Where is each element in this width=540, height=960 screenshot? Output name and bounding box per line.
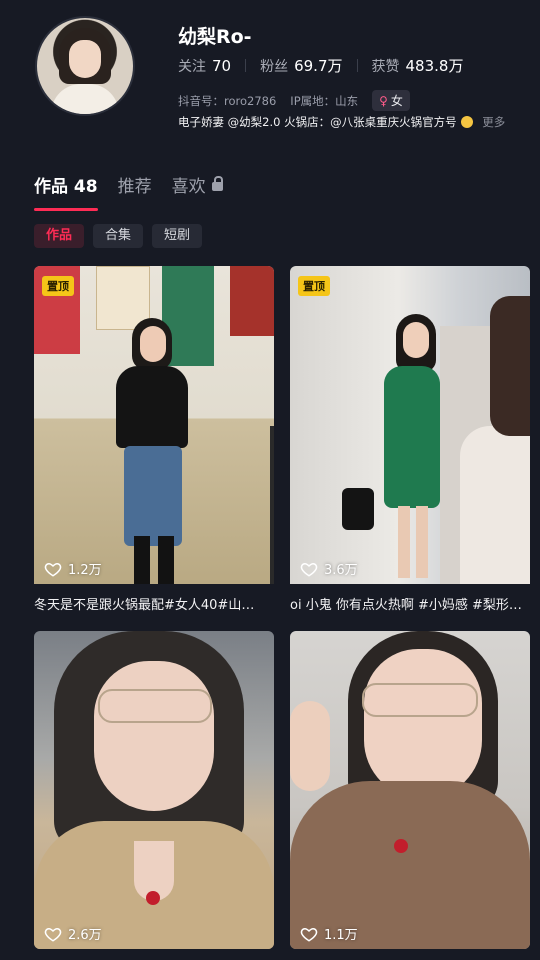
like-count-value: 1.2万: [68, 563, 102, 578]
like-count: 1.1万: [300, 924, 358, 943]
profile-name: 幼梨Ro-: [178, 26, 252, 48]
divider: [356, 59, 358, 72]
video-caption[interactable]: 冬天是不是跟火锅最配#女人40#山…: [34, 594, 274, 613]
heart-icon: [300, 562, 318, 577]
heart-icon: [44, 562, 62, 577]
followers-count[interactable]: 69.7万: [294, 55, 342, 76]
video-thumbnail[interactable]: 2.6万: [34, 631, 274, 949]
lock-icon: [211, 176, 223, 191]
gender-badge: ♀ 女: [372, 90, 410, 111]
chip-works[interactable]: 作品: [34, 224, 85, 248]
profile-bio[interactable]: 电子娇妻 @幼梨2.0 火锅店：@八张桌重庆火锅官方号 更多: [178, 114, 534, 130]
douyin-id: 抖音号：roro2786: [178, 93, 277, 108]
pinned-badge: 置顶: [298, 276, 330, 296]
like-count-value: 2.6万: [68, 928, 102, 943]
video-card[interactable]: 2.6万: [34, 631, 274, 949]
following-label[interactable]: 关注: [178, 56, 206, 76]
heart-icon: [300, 927, 318, 942]
like-count-value: 3.6万: [324, 563, 358, 578]
video-thumbnail[interactable]: 置顶 1.2万: [34, 266, 274, 584]
content-filter: 作品 合集 短剧: [34, 224, 211, 248]
video-card[interactable]: 1.1万: [290, 631, 530, 949]
chip-collections[interactable]: 合集: [93, 224, 144, 248]
tab-works[interactable]: 作品 48: [34, 172, 98, 211]
video-card[interactable]: 置顶 1.2万 冬天是不是跟火锅最配#女人40#山…: [34, 266, 274, 613]
like-count: 2.6万: [44, 924, 102, 943]
profile-stats: 关注 70 粉丝 69.7万 获赞 483.8万: [178, 55, 463, 76]
video-thumbnail[interactable]: 1.1万: [290, 631, 530, 949]
video-thumbnail[interactable]: 置顶 3.6万: [290, 266, 530, 584]
like-count: 1.2万: [44, 559, 102, 578]
chip-short-dramas[interactable]: 短剧: [152, 224, 203, 248]
like-count: 3.6万: [300, 559, 358, 578]
likes-label[interactable]: 获赞: [372, 56, 400, 76]
tab-likes-label: 喜欢: [171, 177, 206, 197]
divider: [245, 59, 247, 72]
tab-likes[interactable]: 喜欢: [172, 172, 223, 211]
followers-label[interactable]: 粉丝: [260, 56, 288, 76]
like-count-value: 1.1万: [324, 928, 358, 943]
avatar[interactable]: [35, 16, 135, 116]
ip-location: IP属地：山东: [290, 93, 359, 108]
profile-meta: 抖音号：roro2786 IP属地：山东 ♀ 女: [178, 90, 410, 111]
bio-text: 电子娇妻 @幼梨2.0 火锅店：@八张桌重庆火锅官方号: [178, 115, 457, 129]
heart-icon: [44, 927, 62, 942]
following-count[interactable]: 70: [212, 57, 231, 75]
likes-count[interactable]: 483.8万: [406, 55, 464, 76]
smile-emoji-icon: [460, 116, 473, 128]
pinned-badge: 置顶: [42, 276, 74, 296]
video-card[interactable]: 置顶 3.6万 oi 小鬼 你有点火热啊 #小妈感 #梨形…: [290, 266, 530, 613]
tab-recommend[interactable]: 推荐: [118, 172, 152, 211]
female-icon: ♀: [379, 93, 388, 108]
gender-label: 女: [390, 94, 403, 108]
video-caption[interactable]: oi 小鬼 你有点火热啊 #小妈感 #梨形…: [290, 594, 530, 613]
profile-tabs: 作品 48 推荐 喜欢: [34, 172, 243, 211]
bio-more-button[interactable]: 更多: [482, 115, 505, 129]
